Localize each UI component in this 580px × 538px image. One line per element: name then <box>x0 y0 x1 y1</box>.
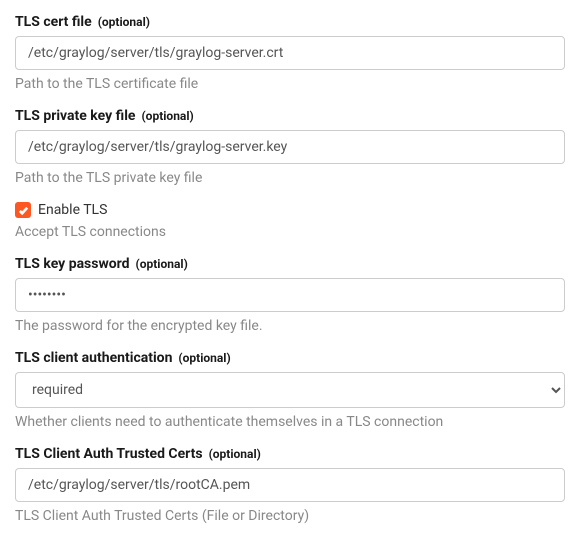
checkmark-icon <box>18 205 29 216</box>
tls-client-auth-certs-label: TLS Client Auth Trusted Certs <box>15 446 203 462</box>
optional-tag: (optional) <box>178 351 230 365</box>
optional-tag: (optional) <box>136 257 188 271</box>
tls-client-auth-select[interactable]: required <box>15 372 565 408</box>
tls-client-auth-certs-help: TLS Client Auth Trusted Certs (File or D… <box>15 508 565 524</box>
tls-private-key-file-help: Path to the TLS private key file <box>15 170 565 186</box>
tls-cert-file-label: TLS cert file <box>15 14 92 30</box>
label-row: TLS cert file (optional) <box>15 14 565 30</box>
tls-cert-file-input[interactable] <box>15 36 565 70</box>
tls-private-key-file-label: TLS private key file <box>15 108 135 124</box>
tls-key-password-input[interactable] <box>15 278 565 312</box>
optional-tag: (optional) <box>98 15 150 29</box>
enable-tls-checkbox[interactable] <box>15 202 31 218</box>
label-row: TLS key password (optional) <box>15 256 565 272</box>
tls-client-auth-help: Whether clients need to authenticate the… <box>15 414 565 430</box>
label-row: TLS client authentication (optional) <box>15 350 565 366</box>
tls-key-password-help: The password for the encrypted key file. <box>15 318 565 334</box>
optional-tag: (optional) <box>209 447 261 461</box>
tls-client-auth-label: TLS client authentication <box>15 350 172 366</box>
optional-tag: (optional) <box>141 109 193 123</box>
tls-cert-file-group: TLS cert file (optional) Path to the TLS… <box>15 14 565 92</box>
tls-key-password-group: TLS key password (optional) The password… <box>15 256 565 334</box>
label-row: TLS Client Auth Trusted Certs (optional) <box>15 446 565 462</box>
label-row: TLS private key file (optional) <box>15 108 565 124</box>
tls-client-auth-group: TLS client authentication (optional) req… <box>15 350 565 430</box>
tls-client-auth-certs-group: TLS Client Auth Trusted Certs (optional)… <box>15 446 565 524</box>
tls-client-auth-certs-input[interactable] <box>15 468 565 502</box>
tls-cert-file-help: Path to the TLS certificate file <box>15 76 565 92</box>
tls-private-key-file-group: TLS private key file (optional) Path to … <box>15 108 565 186</box>
enable-tls-help: Accept TLS connections <box>15 224 565 240</box>
enable-tls-group: Enable TLS Accept TLS connections <box>15 202 565 240</box>
tls-key-password-label: TLS key password <box>15 256 130 272</box>
enable-tls-label: Enable TLS <box>38 202 107 218</box>
tls-private-key-file-input[interactable] <box>15 130 565 164</box>
checkbox-row: Enable TLS <box>15 202 565 218</box>
